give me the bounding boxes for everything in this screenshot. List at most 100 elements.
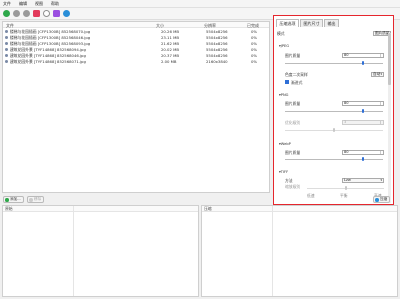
file-progress: 0% <box>251 34 258 40</box>
file-progress: 0% <box>251 58 258 64</box>
chroma-subsampling-select[interactable]: 自动 ▾ <box>371 71 384 77</box>
file-size: 23.11 MB <box>161 34 179 40</box>
settings-panel: 压缩选项 图片尺寸 输出 模式 图片质量 ▾JPEG 图片质量 80 色度二次采… <box>273 15 394 205</box>
tiff-method-select[interactable]: Lzw ▾ <box>342 177 384 183</box>
remove-icon <box>29 198 33 202</box>
settings-scrollbar[interactable] <box>388 33 391 203</box>
file-progress: 0% <box>251 40 258 46</box>
divider <box>73 206 74 296</box>
image-icon[interactable] <box>53 10 60 17</box>
file-progress: 0% <box>251 28 258 34</box>
settings-icon[interactable] <box>63 10 70 17</box>
slider-handle[interactable] <box>362 61 365 66</box>
file-dimensions: 2160x3840 <box>206 58 228 64</box>
image-file-icon <box>5 59 8 63</box>
png-quality-value: 80 <box>344 100 349 105</box>
menu-view[interactable]: 视图 <box>35 1 43 7</box>
spin-arrows-icon[interactable] <box>380 101 383 105</box>
spin-arrows-icon[interactable] <box>380 53 383 57</box>
scrollbar-thumb[interactable] <box>388 33 391 85</box>
compress-icon <box>375 198 379 202</box>
add-button-label: 添加... <box>10 197 21 201</box>
image-file-icon <box>5 53 8 57</box>
spin-arrows-icon <box>380 120 383 124</box>
slider-handle[interactable] <box>362 109 365 114</box>
menu-bar: 文件 编辑 视图 帮助 <box>0 0 400 8</box>
progressive-checkbox[interactable] <box>285 80 289 84</box>
optimization-level-slider <box>285 128 383 133</box>
file-size: 21.62 MB <box>161 40 179 46</box>
tab-compression-options[interactable]: 压缩选项 <box>276 19 299 28</box>
mode-label: 模式 <box>277 31 285 36</box>
tiff-section-title[interactable]: ▾TIFF <box>279 170 288 174</box>
menu-edit[interactable]: 编辑 <box>19 1 27 7</box>
file-dimensions: 5504x8256 <box>206 52 228 58</box>
spin-arrows-icon[interactable] <box>380 150 383 154</box>
jpeg-quality-spinbox[interactable]: 80 <box>342 52 384 58</box>
file-list[interactable]: 文件 大小 分辨率 已完成 楼梯与花园插画 [CFP1300B] 8525680… <box>2 21 270 193</box>
original-pane-header: 原始 <box>3 206 198 212</box>
slider-handle <box>333 128 335 133</box>
file-dimensions: 5504x8256 <box>206 40 228 46</box>
compress-button[interactable]: 压缩 <box>373 196 391 203</box>
divider <box>272 206 273 296</box>
clear-icon[interactable] <box>23 10 30 17</box>
file-dimensions: 5504x8256 <box>206 46 228 52</box>
webp-quality-spinbox[interactable]: 80 <box>342 149 384 155</box>
add-icon[interactable] <box>3 10 10 17</box>
file-progress: 0% <box>251 46 258 52</box>
jpeg-quality-slider[interactable] <box>285 61 383 66</box>
chroma-subsampling-label: 色度二次采样 <box>285 72 308 77</box>
compressed-preview-pane[interactable]: 压缩 <box>201 205 398 297</box>
image-file-icon <box>5 41 8 45</box>
tiff-deflate-label: 缩放级别 <box>285 184 301 189</box>
webp-quality-slider[interactable] <box>285 157 383 162</box>
optimization-level-value: 3 <box>344 119 347 124</box>
file-size: 20.37 MB <box>161 52 179 58</box>
file-size: 20.02 MB <box>161 46 179 52</box>
jpeg-quality-value: 80 <box>344 52 349 57</box>
image-file-icon <box>5 35 8 39</box>
file-size: 2.00 MB <box>161 58 177 64</box>
settings-tabs: 压缩选项 图片尺寸 输出 <box>276 19 340 28</box>
file-dimensions: 5504x8256 <box>206 34 228 40</box>
file-progress: 0% <box>251 52 258 58</box>
chroma-subsampling-value: 自动 <box>373 71 381 76</box>
remove-button-label: 移除 <box>34 197 42 201</box>
tiff-deflate-slider <box>307 186 384 191</box>
compressed-pane-header: 压缩 <box>202 206 397 212</box>
add-icon <box>5 198 9 202</box>
png-quality-spinbox[interactable]: 80 <box>342 100 384 106</box>
menu-file[interactable]: 文件 <box>3 1 11 7</box>
remove-icon[interactable] <box>13 10 20 17</box>
png-quality-slider[interactable] <box>285 109 383 114</box>
file-dimensions: 5504x8256 <box>206 28 228 34</box>
tab-image-size[interactable]: 图片尺寸 <box>300 19 323 28</box>
optimization-level-label: 优化级别 <box>285 120 301 125</box>
jpeg-quality-label: 图片质量 <box>285 53 301 58</box>
image-file-icon <box>5 47 8 51</box>
png-section-title[interactable]: ▾PNG <box>279 93 288 97</box>
slider-handle <box>344 186 347 191</box>
menu-help[interactable]: 帮助 <box>51 1 59 7</box>
chevron-down-icon: ▾ <box>380 177 382 182</box>
original-preview-pane[interactable]: 原始 <box>2 205 199 297</box>
webp-quality-value: 80 <box>344 149 349 154</box>
webp-quality-label: 图片质量 <box>285 150 301 155</box>
image-file-icon <box>5 29 8 33</box>
file-row[interactable]: 建筑花园外景 [TYF14868] 852568071.jpg 2.00 MB … <box>3 58 269 64</box>
file-name: 建筑花园外景 [TYF14868] 852568071.jpg <box>10 58 86 64</box>
slider-handle[interactable] <box>362 157 365 162</box>
progressive-label: 渐进式 <box>291 80 303 85</box>
optimization-level-spinbox: 3 <box>342 119 384 125</box>
file-size: 20.26 MB <box>161 28 179 34</box>
delete-icon[interactable] <box>33 10 40 17</box>
tab-output[interactable]: 输出 <box>324 19 339 28</box>
png-quality-label: 图片质量 <box>285 101 301 106</box>
jpeg-section-title[interactable]: ▾JPEG <box>279 44 289 48</box>
compress-button-label: 压缩 <box>380 197 388 201</box>
add-button[interactable]: 添加... <box>3 196 24 203</box>
search-icon[interactable] <box>43 10 50 17</box>
remove-button[interactable]: 移除 <box>27 196 45 203</box>
webp-section-title[interactable]: ▾WebP <box>279 142 291 146</box>
